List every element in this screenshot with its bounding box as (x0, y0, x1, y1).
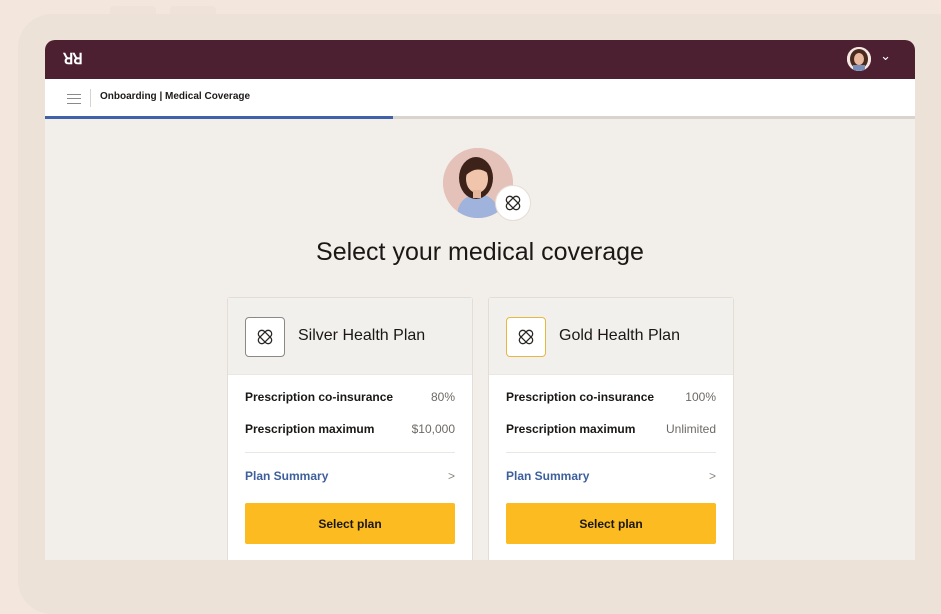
detail-label: Prescription co-insurance (506, 390, 655, 404)
plan-card-header: Silver Health Plan (228, 298, 472, 375)
card-divider (245, 452, 455, 453)
chevron-right-icon[interactable]: > (709, 469, 716, 483)
app-window: ꓤꓤ ⌄ Onboarding | Medical Coverage Selec… (45, 40, 915, 560)
detail-value: $10,000 (411, 422, 455, 436)
plan-summary-label[interactable]: Plan Summary (506, 469, 589, 483)
chevron-right-icon[interactable]: > (448, 469, 455, 483)
detail-value: Unlimited (665, 422, 716, 436)
select-plan-button[interactable]: Select plan (506, 503, 716, 544)
page-title: Select your medical coverage (316, 238, 644, 266)
plan-detail-row: Prescription co-insurance 80% (245, 390, 455, 404)
plan-summary-link[interactable]: Plan Summary > (245, 469, 455, 483)
detail-value: 100% (685, 390, 716, 404)
titlebar: ꓤꓤ ⌄ (45, 40, 915, 79)
plan-card-silver: Silver Health Plan Prescription co-insur… (227, 297, 473, 560)
background-tab (110, 6, 156, 14)
card-divider (506, 452, 716, 453)
plan-bandage-icon (245, 317, 285, 357)
menu-icon[interactable] (67, 94, 81, 104)
app-logo[interactable]: ꓤꓤ (63, 50, 83, 68)
detail-label: Prescription co-insurance (245, 390, 394, 404)
plan-bandage-icon (506, 317, 546, 357)
plan-summary-link[interactable]: Plan Summary > (506, 469, 716, 483)
detail-value: 80% (430, 390, 455, 404)
plan-summary-label[interactable]: Plan Summary (245, 469, 328, 483)
plan-detail-row: Prescription maximum $10,000 (245, 422, 455, 436)
background-tab (170, 6, 216, 14)
onboarding-progress-bar (45, 116, 915, 119)
onboarding-progress-fill (45, 116, 393, 119)
header-divider (90, 89, 91, 107)
bandage-badge-icon (495, 185, 531, 221)
user-avatar[interactable] (847, 47, 871, 71)
plan-name: Silver Health Plan (298, 327, 426, 344)
plan-card-header: Gold Health Plan (489, 298, 733, 375)
plan-detail-row: Prescription maximum Unlimited (506, 422, 716, 436)
select-plan-button[interactable]: Select plan (245, 503, 455, 544)
detail-label: Prescription maximum (245, 422, 375, 436)
detail-label: Prescription maximum (506, 422, 636, 436)
plan-name: Gold Health Plan (559, 327, 680, 344)
plan-card-gold: Gold Health Plan Prescription co-insuran… (488, 297, 734, 560)
breadcrumb: Onboarding | Medical Coverage (100, 91, 251, 102)
page-header: Onboarding | Medical Coverage (45, 79, 915, 117)
user-avatar-image (847, 47, 871, 71)
plan-detail-row: Prescription co-insurance 100% (506, 390, 716, 404)
chevron-down-icon[interactable]: ⌄ (880, 48, 891, 64)
